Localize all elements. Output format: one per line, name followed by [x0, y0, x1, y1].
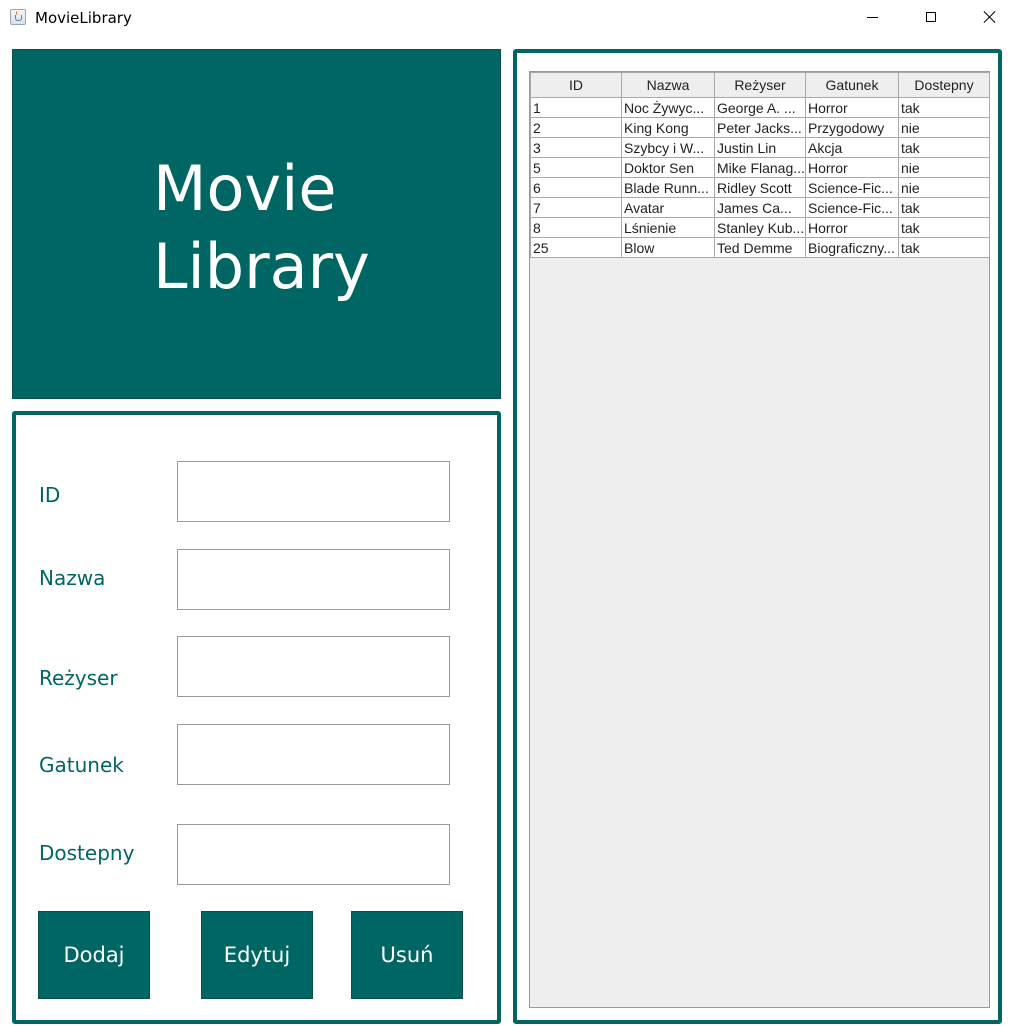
table-cell[interactable]: Doktor Sen — [621, 157, 715, 178]
table-cell[interactable]: Mike Flanag... — [714, 157, 806, 178]
close-button[interactable] — [966, 0, 1012, 36]
column-header-rezyser[interactable]: Reżyser — [714, 72, 806, 98]
table-row[interactable]: 1 Noc Żywyc... George A. ... Horror tak — [530, 97, 990, 118]
table-cell[interactable]: Blow — [621, 237, 715, 258]
id-field[interactable] — [177, 461, 450, 522]
table-cell[interactable]: Stanley Kub... — [714, 217, 806, 238]
table-cell[interactable]: Szybcy i W... — [621, 137, 715, 158]
banner-title-line2: Library — [153, 230, 370, 303]
table-cell[interactable]: nie — [898, 117, 990, 138]
gatunek-field[interactable] — [177, 724, 450, 785]
table-cell[interactable]: Akcja — [805, 137, 899, 158]
movie-form-panel: ID Nazwa Reżyser Gatunek Dostepny Dodaj … — [12, 411, 501, 1024]
dostepny-field[interactable] — [177, 824, 450, 885]
table-cell[interactable]: Justin Lin — [714, 137, 806, 158]
rezyser-label: Reżyser — [39, 666, 118, 690]
java-coffee-cup-icon — [10, 9, 26, 25]
table-cell[interactable]: Science-Fic... — [805, 177, 899, 198]
nazwa-field[interactable] — [177, 549, 450, 610]
table-cell[interactable]: King Kong — [621, 117, 715, 138]
table-row[interactable]: 7 Avatar James Ca... Science-Fic... tak — [530, 197, 990, 218]
gatunek-label: Gatunek — [39, 753, 124, 777]
table-cell[interactable]: Biograficzny... — [805, 237, 899, 258]
table-cell[interactable]: 3 — [530, 137, 622, 158]
banner-title: Movie Library — [153, 150, 370, 306]
table-cell[interactable]: 25 — [530, 237, 622, 258]
rezyser-field[interactable] — [177, 636, 450, 697]
table-row[interactable]: 25 Blow Ted Demme Biograficzny... tak — [530, 237, 990, 258]
table-row[interactable]: 5 Doktor Sen Mike Flanag... Horror nie — [530, 157, 990, 178]
add-button[interactable]: Dodaj — [38, 911, 150, 999]
table-cell[interactable]: 2 — [530, 117, 622, 138]
id-label: ID — [39, 483, 61, 507]
table-cell[interactable]: Blade Runn... — [621, 177, 715, 198]
movie-table: ID Nazwa Reżyser Gatunek Dostepny 1 Noc … — [530, 72, 990, 258]
app-banner: Movie Library — [12, 49, 501, 399]
table-cell[interactable]: 5 — [530, 157, 622, 178]
table-row[interactable]: 2 King Kong Peter Jacks... Przygodowy ni… — [530, 117, 990, 138]
banner-title-line1: Movie — [153, 152, 337, 225]
table-cell[interactable]: 1 — [530, 97, 622, 118]
column-header-nazwa[interactable]: Nazwa — [621, 72, 715, 98]
table-cell[interactable]: tak — [898, 217, 990, 238]
table-cell[interactable]: Avatar — [621, 197, 715, 218]
table-cell[interactable]: Lśnienie — [621, 217, 715, 238]
movie-table-panel: ID Nazwa Reżyser Gatunek Dostepny 1 Noc … — [513, 49, 1002, 1024]
table-cell[interactable]: Horror — [805, 217, 899, 238]
table-cell[interactable]: nie — [898, 177, 990, 198]
table-cell[interactable]: George A. ... — [714, 97, 806, 118]
nazwa-label: Nazwa — [39, 566, 106, 590]
table-cell[interactable]: Horror — [805, 97, 899, 118]
title-bar: MovieLibrary — [0, 0, 1016, 36]
table-cell[interactable]: 6 — [530, 177, 622, 198]
table-cell[interactable]: tak — [898, 197, 990, 218]
table-cell[interactable]: nie — [898, 157, 990, 178]
table-cell[interactable]: Ridley Scott — [714, 177, 806, 198]
table-cell[interactable]: tak — [898, 237, 990, 258]
table-header-row: ID Nazwa Reżyser Gatunek Dostepny — [530, 72, 990, 98]
column-header-dostepny[interactable]: Dostepny — [898, 72, 990, 98]
minimize-icon — [867, 17, 878, 18]
minimize-button[interactable] — [850, 0, 896, 36]
table-cell[interactable]: Ted Demme — [714, 237, 806, 258]
table-cell[interactable]: 7 — [530, 197, 622, 218]
table-cell[interactable]: Przygodowy — [805, 117, 899, 138]
dostepny-label: Dostepny — [39, 841, 135, 865]
table-row[interactable]: 6 Blade Runn... Ridley Scott Science-Fic… — [530, 177, 990, 198]
table-scroll-area[interactable]: ID Nazwa Reżyser Gatunek Dostepny 1 Noc … — [529, 71, 990, 1008]
window-title: MovieLibrary — [35, 9, 132, 27]
maximize-button[interactable] — [908, 0, 954, 36]
delete-button[interactable]: Usuń — [351, 911, 463, 999]
maximize-icon — [926, 12, 936, 22]
table-cell[interactable]: 8 — [530, 217, 622, 238]
table-cell[interactable]: tak — [898, 97, 990, 118]
table-cell[interactable]: Peter Jacks... — [714, 117, 806, 138]
close-icon — [982, 9, 996, 25]
column-header-id[interactable]: ID — [530, 72, 622, 98]
table-cell[interactable]: James Ca... — [714, 197, 806, 218]
table-row[interactable]: 8 Lśnienie Stanley Kub... Horror tak — [530, 217, 990, 238]
edit-button[interactable]: Edytuj — [201, 911, 313, 999]
table-cell[interactable]: tak — [898, 137, 990, 158]
table-cell[interactable]: Horror — [805, 157, 899, 178]
column-header-gatunek[interactable]: Gatunek — [805, 72, 899, 98]
table-cell[interactable]: Science-Fic... — [805, 197, 899, 218]
table-row[interactable]: 3 Szybcy i W... Justin Lin Akcja tak — [530, 137, 990, 158]
table-cell[interactable]: Noc Żywyc... — [621, 97, 715, 118]
